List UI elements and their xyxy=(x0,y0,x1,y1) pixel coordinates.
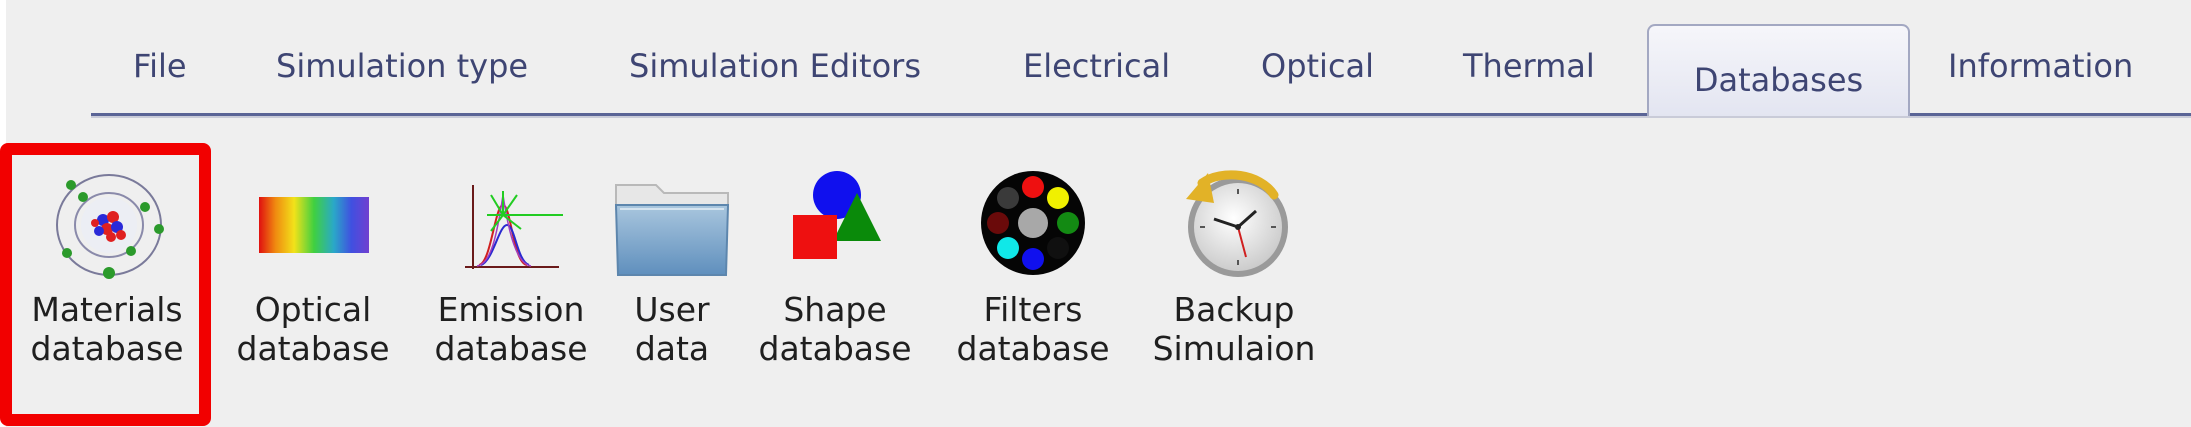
clock-backup-icon xyxy=(1186,170,1288,277)
tab-thermal[interactable]: Thermal xyxy=(1463,44,1595,88)
materials-database-button[interactable]: Materials database xyxy=(22,165,192,385)
filters-database-button[interactable]: Filters database xyxy=(948,165,1118,385)
backup-simulation-label-line2: Simulaion xyxy=(1152,329,1316,368)
backup-simulation-label: Backup Simulaion xyxy=(1144,290,1324,368)
folder-icon xyxy=(614,184,730,276)
materials-database-label-line1: Materials xyxy=(31,290,183,329)
backup-simulation-label-line1: Backup xyxy=(1173,290,1295,329)
backup-simulation-button[interactable]: Backup Simulaion xyxy=(1144,165,1324,385)
tab-simulation-editors[interactable]: Simulation Editors xyxy=(629,44,921,88)
materials-database-label: Materials database xyxy=(22,290,192,368)
atom-icon xyxy=(56,174,164,279)
user-data-button[interactable]: User data xyxy=(612,165,732,385)
materials-database-label-line2: database xyxy=(30,329,184,368)
tab-optical[interactable]: Optical xyxy=(1261,44,1374,88)
optical-database-label: Optical database xyxy=(228,290,398,368)
filters-database-label-line2: database xyxy=(956,329,1110,368)
shapes-icon xyxy=(793,171,881,259)
application-window: File Simulation type Simulation Editors … xyxy=(6,0,2191,427)
user-data-label-line1: User xyxy=(634,290,710,329)
emission-database-button[interactable]: Emission database xyxy=(426,165,596,385)
tab-information[interactable]: Information xyxy=(1948,44,2133,88)
tab-underline-shadow xyxy=(91,116,2191,118)
tab-file[interactable]: File xyxy=(133,44,187,88)
emission-database-label: Emission database xyxy=(426,290,596,368)
emission-database-label-line2: database xyxy=(434,329,588,368)
emission-spectrum-icon xyxy=(465,185,563,269)
shape-database-button[interactable]: Shape database xyxy=(750,165,920,385)
color-filter-wheel-icon xyxy=(981,171,1085,275)
tab-electrical[interactable]: Electrical xyxy=(1023,44,1170,88)
user-data-label: User data xyxy=(612,290,732,368)
optical-database-label-line1: Optical xyxy=(254,290,372,329)
spectrum-icon xyxy=(259,197,369,253)
shape-database-label-line1: Shape xyxy=(783,290,887,329)
tab-simulation-type[interactable]: Simulation type xyxy=(276,44,528,88)
filters-database-label: Filters database xyxy=(948,290,1118,368)
shape-database-label-line2: database xyxy=(758,329,912,368)
tab-databases[interactable]: Databases xyxy=(1647,24,1910,116)
optical-database-button[interactable]: Optical database xyxy=(228,165,398,385)
optical-database-label-line2: database xyxy=(236,329,390,368)
shape-database-label: Shape database xyxy=(750,290,920,368)
user-data-label-line2: data xyxy=(634,329,710,368)
emission-database-label-line1: Emission xyxy=(437,290,585,329)
filters-database-label-line1: Filters xyxy=(983,290,1083,329)
tab-bar: File Simulation type Simulation Editors … xyxy=(6,0,2191,120)
